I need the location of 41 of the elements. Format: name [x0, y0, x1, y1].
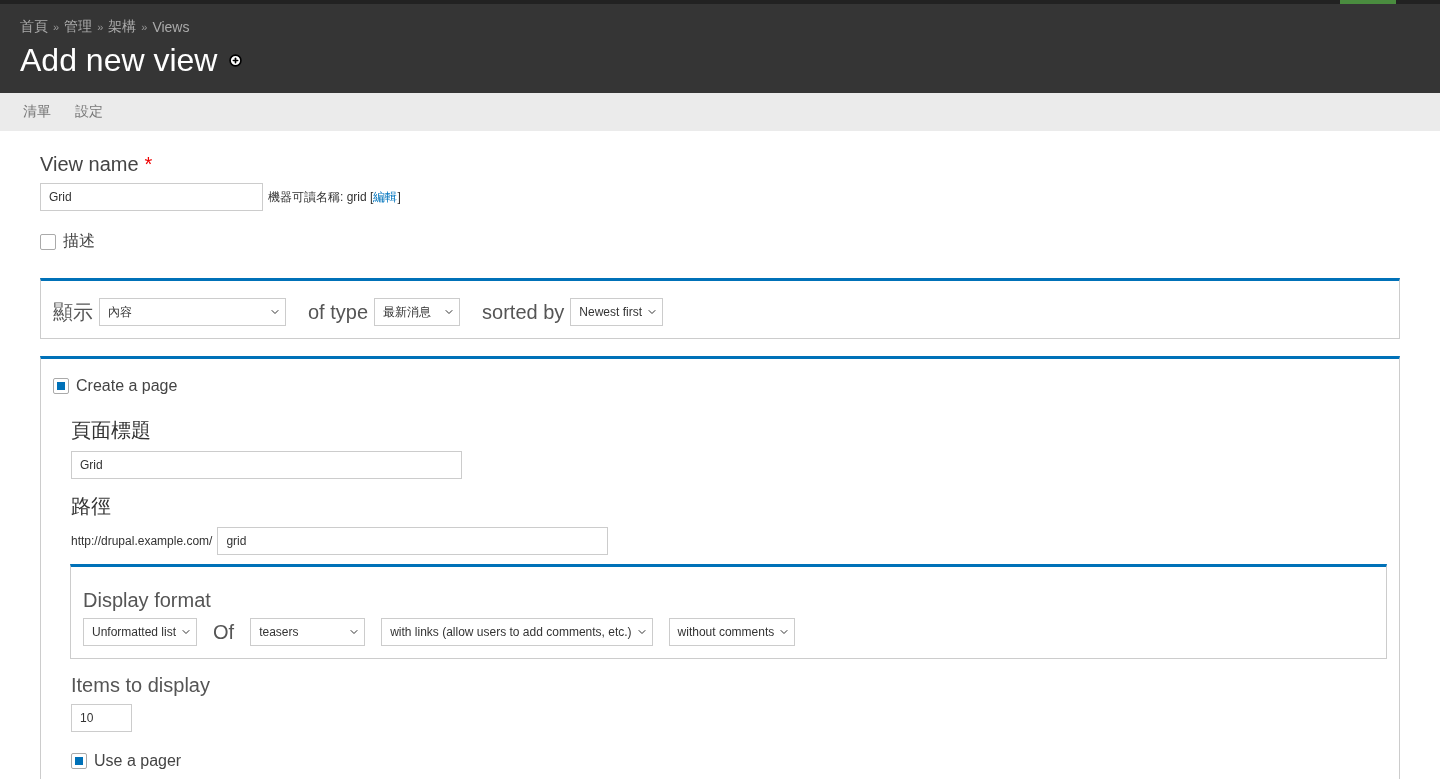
of-label: Of — [213, 620, 235, 644]
tab[interactable]: 清單 — [23, 103, 51, 121]
checkbox[interactable] — [71, 753, 87, 769]
select-field[interactable]: Newest first — [570, 298, 663, 326]
breadcrumb-separator: » — [53, 21, 60, 33]
select-field[interactable]: 最新消息 — [374, 298, 461, 326]
breadcrumb-link[interactable]: 架構 — [108, 18, 137, 36]
breadcrumb-link[interactable]: 管理 — [64, 18, 93, 36]
machine-name-text: 機器可讀名稱: grid [編輯] — [268, 188, 401, 206]
field-label: 路徑 — [71, 494, 112, 519]
required-mark: * — [144, 153, 153, 176]
path-input[interactable]: grid — [217, 527, 609, 555]
checkbox[interactable] — [40, 233, 56, 250]
breadcrumb-link[interactable]: 首頁 — [20, 18, 48, 36]
add-shortcut-icon[interactable] — [229, 54, 243, 67]
select-field[interactable]: without comments — [668, 618, 796, 646]
section-title: Display format — [83, 589, 212, 612]
page-title: Add new view — [20, 42, 218, 79]
checkbox-label: Use a pager — [94, 752, 182, 770]
select-field[interactable]: with links (allow users to add comments, etc.) — [381, 618, 653, 646]
select-field[interactable]: teasers — [250, 618, 366, 646]
field-label: Items to display — [71, 674, 211, 697]
field-label: 頁面標題 — [71, 418, 152, 443]
checkbox[interactable] — [53, 378, 69, 394]
checkbox-label: 描述 — [63, 231, 95, 251]
field-label: 顯示 — [53, 299, 93, 325]
select-field[interactable]: Unformatted list — [83, 618, 198, 646]
view-name-input[interactable]: Grid — [40, 183, 263, 211]
active-indicator — [1340, 0, 1396, 4]
select-field[interactable]: 內容 — [99, 298, 286, 326]
page-title-input[interactable]: Grid — [71, 451, 462, 479]
breadcrumb-separator: » — [97, 21, 104, 33]
path-prefix: http://drupal.example.com/ — [71, 534, 213, 548]
field-label: of type — [308, 300, 369, 324]
tab[interactable]: 設定 — [75, 103, 103, 121]
items-input[interactable]: 10 — [71, 704, 132, 732]
field-label: View name — [40, 153, 139, 176]
checkbox-label: Create a page — [76, 377, 178, 395]
breadcrumb-link[interactable]: Views — [152, 19, 190, 35]
field-label: sorted by — [482, 300, 565, 324]
breadcrumb-separator: » — [141, 21, 148, 33]
